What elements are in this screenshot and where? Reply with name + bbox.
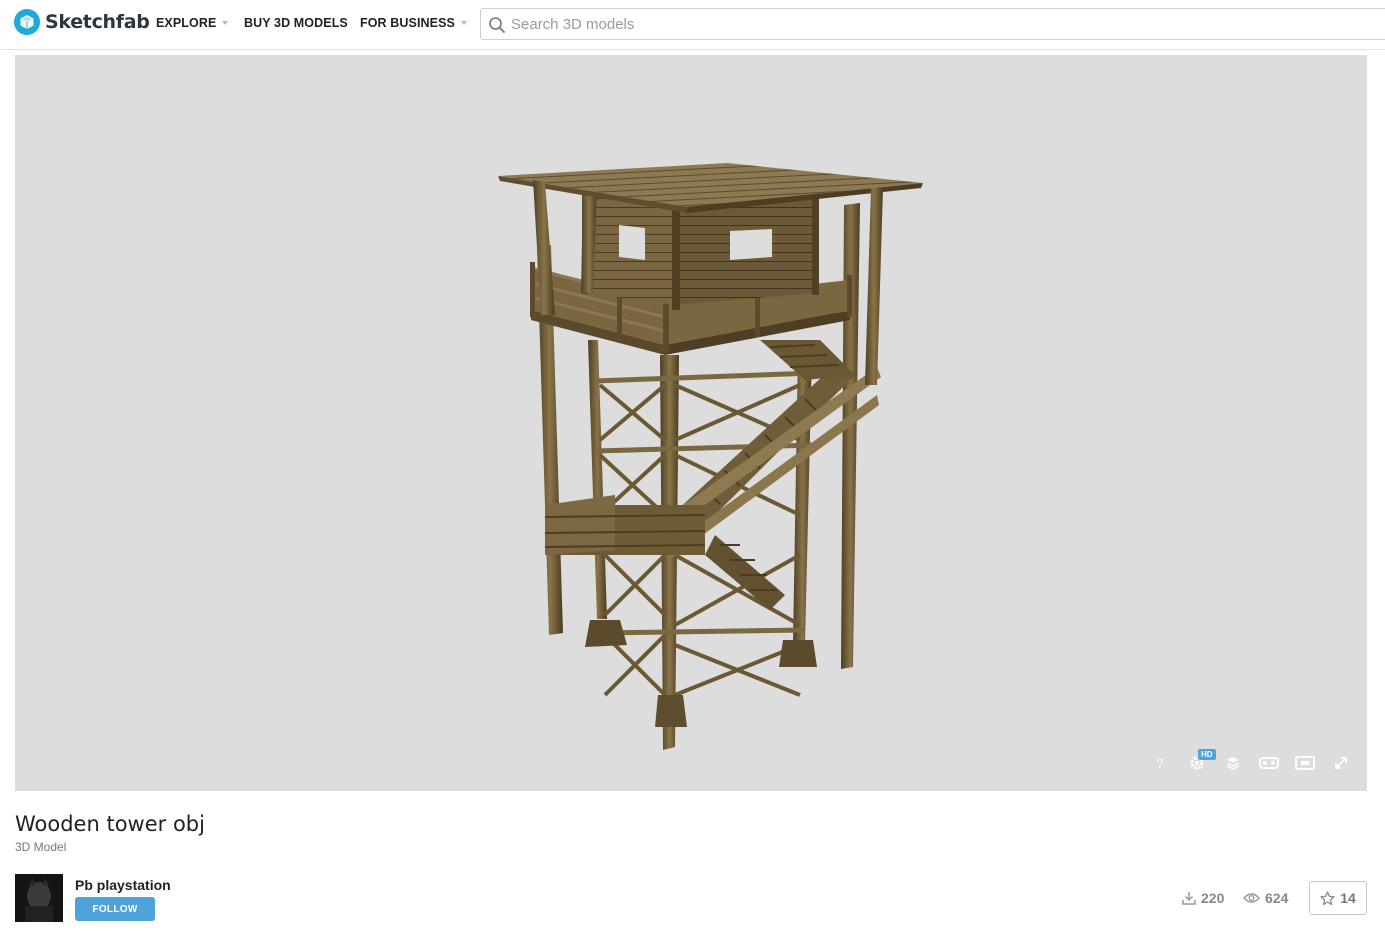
top-navbar: Sketchfab EXPLORE BUY 3D MODELS FOR BUSI… <box>0 0 1385 50</box>
likes-count: 14 <box>1340 890 1356 906</box>
author-avatar[interactable] <box>15 874 63 922</box>
views-count: 624 <box>1265 890 1289 906</box>
search-input[interactable] <box>511 13 1371 35</box>
layers-icon[interactable] <box>1222 752 1244 774</box>
downloads-stat: 220 <box>1182 890 1224 906</box>
fullscreen-icon[interactable] <box>1330 752 1352 774</box>
follow-button[interactable]: FOLLOW <box>75 897 155 921</box>
search-icon <box>489 17 505 33</box>
like-button[interactable]: 14 <box>1309 881 1367 915</box>
sketchfab-logo[interactable]: Sketchfab <box>14 8 150 36</box>
downloads-count: 220 <box>1201 890 1225 906</box>
sketchfab-logo-icon <box>14 9 40 35</box>
model-type: 3D Model <box>15 840 67 854</box>
search-bar <box>480 8 1385 40</box>
nav-buy-3d-models[interactable]: BUY 3D MODELS <box>244 16 348 30</box>
chevron-down-icon <box>222 21 229 25</box>
author-name[interactable]: Pb playstation <box>75 877 171 893</box>
model-viewer[interactable]: ? HD <box>15 55 1367 791</box>
vr-icon[interactable] <box>1258 752 1280 774</box>
wooden-tower-model[interactable] <box>15 55 1367 791</box>
nav-buy-label: BUY 3D MODELS <box>244 16 348 30</box>
download-icon <box>1182 892 1196 905</box>
nav-explore-label: EXPLORE <box>156 16 217 30</box>
chevron-down-icon <box>460 21 467 25</box>
brand-name: Sketchfab <box>45 11 150 33</box>
model-title: Wooden tower obj <box>15 812 205 836</box>
nav-business-label: FOR BUSINESS <box>360 16 455 30</box>
eye-icon <box>1243 893 1260 903</box>
display-icon[interactable] <box>1294 752 1316 774</box>
nav-explore[interactable]: EXPLORE <box>156 16 229 30</box>
hd-badge: HD <box>1198 749 1216 760</box>
views-stat: 624 <box>1243 890 1288 906</box>
help-icon[interactable]: ? <box>1149 752 1171 774</box>
star-icon <box>1320 890 1335 905</box>
nav-for-business[interactable]: FOR BUSINESS <box>360 16 467 30</box>
